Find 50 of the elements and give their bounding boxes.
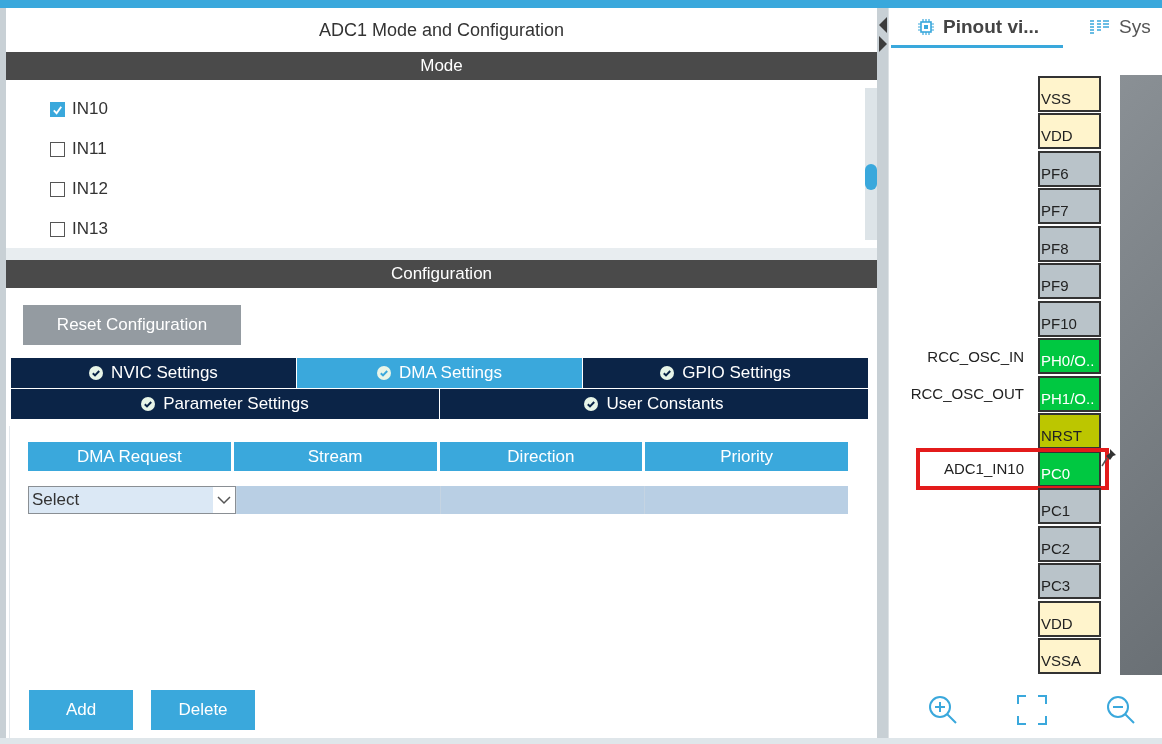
channel-label: IN11 [72, 139, 107, 159]
check-circle-icon [141, 397, 156, 411]
settings-tab[interactable]: GPIO Settings [583, 358, 868, 388]
pin[interactable]: PF9 [1038, 263, 1101, 300]
scrollbar[interactable] [865, 88, 877, 240]
section-header: Mode [6, 52, 877, 80]
check-circle-icon [660, 366, 675, 380]
pin[interactable]: PC2 [1038, 525, 1101, 562]
pin[interactable]: PC1 [1038, 488, 1101, 525]
pin[interactable]: VSSA [1038, 638, 1101, 675]
pin[interactable]: PF7 [1038, 188, 1101, 225]
panel-title: ADC1 Mode and Configuration [6, 8, 877, 52]
pin[interactable]: VDD [1038, 600, 1101, 637]
settings-tab[interactable]: NVIC Settings [11, 358, 296, 388]
view-tab[interactable]: Pinout vi... [891, 8, 1064, 48]
section-header: Configuration [6, 260, 877, 288]
checkbox[interactable] [50, 221, 65, 237]
fit-screen-icon[interactable] [1016, 694, 1048, 726]
column-header: Direction [439, 442, 643, 471]
check-circle-icon [377, 366, 391, 380]
view-tab[interactable]: Sys [1089, 8, 1151, 48]
signal-label: RCC_OSC_OUT [910, 385, 1024, 403]
signal-label: RCC_OSC_IN [927, 347, 1024, 365]
pin[interactable]: NRST [1038, 413, 1101, 450]
channel-label: IN10 [72, 99, 108, 119]
pin[interactable]: PF10 [1038, 300, 1101, 337]
checkbox[interactable] [50, 181, 65, 197]
channel-label: IN12 [72, 179, 108, 199]
column-header: Stream [233, 442, 437, 471]
grid-icon [1089, 17, 1112, 36]
checkbox[interactable] [50, 101, 65, 117]
column-header: DMA Request [28, 442, 231, 471]
settings-tab[interactable]: User Constants [440, 389, 868, 419]
pin[interactable]: VDD [1038, 113, 1101, 150]
zoom-out-icon[interactable] [1105, 694, 1137, 726]
checkbox[interactable] [50, 141, 65, 157]
pin[interactable]: PF6 [1038, 150, 1101, 187]
check-circle-icon [89, 366, 104, 380]
dma-request-dropdown[interactable]: Select [28, 486, 236, 514]
pin[interactable]: VSS [1038, 75, 1101, 112]
chip-icon [917, 17, 935, 36]
signal-label: ADC1_IN10 [943, 460, 1024, 478]
column-header: Priority [645, 442, 848, 471]
check-circle-icon [584, 397, 599, 411]
zoom-in-icon[interactable] [927, 694, 959, 726]
caret-icon [213, 487, 235, 513]
pin[interactable]: PC3 [1038, 563, 1101, 600]
settings-tab[interactable]: Parameter Settings [11, 389, 439, 419]
channel-label: IN13 [72, 219, 108, 239]
pin[interactable]: PF8 [1038, 225, 1101, 262]
